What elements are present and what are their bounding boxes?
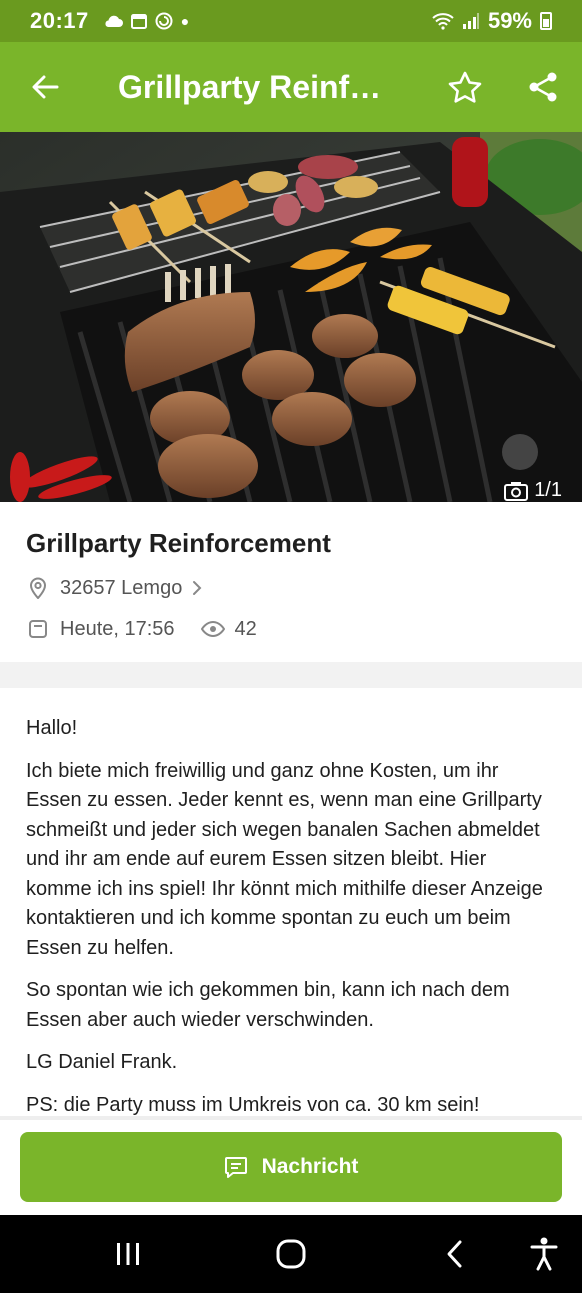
wifi-icon [432,13,454,30]
status-notification-icons: ● [103,12,189,30]
calendar-status-icon [130,14,147,29]
posted-date: Heute, 17:56 [60,617,175,640]
grill-photo-illustration [0,132,582,502]
recents-icon [117,1243,139,1265]
signal-icon [462,13,479,29]
dot-icon: ● [180,13,190,29]
home-icon [276,1239,306,1269]
message-button[interactable]: Nachricht [20,1132,562,1202]
view-count: 42 [234,617,257,640]
nav-back-icon [447,1240,462,1268]
favorite-button[interactable] [426,42,504,132]
spiral-app-icon [155,12,173,30]
star-outline-icon [448,71,482,103]
message-icon [224,1156,248,1178]
arrow-left-icon [32,75,59,99]
description-greeting: Hallo! [26,717,78,739]
meta-row: Heute, 17:56 42 [26,617,556,641]
status-time: 20:17 [30,8,89,33]
battery-icon [540,12,552,30]
accessibility-icon [530,1237,558,1271]
listing-photo[interactable]: 1/1 [0,132,582,502]
eye-icon [200,617,225,641]
accessibility-button[interactable] [504,1215,582,1293]
listing-title: Grillparty Reinforcement [26,528,331,558]
description-paragraph: So spontan wie ich gekommen bin, kann ic… [26,979,510,1031]
nav-back-button[interactable] [414,1215,494,1293]
status-bar: 20:17 ● 59% [0,0,582,42]
location-text: 32657 Lemgo [60,576,183,599]
photo-counter: 1/1 [504,479,562,502]
listing-info: Grillparty Reinforcement 32657 Lemgo Heu… [0,502,582,662]
status-right: 59% [432,8,552,34]
description-body: Ich biete mich freiwillig und ganz ohne … [26,759,543,959]
section-divider [0,662,582,688]
listing-description: Hallo! Ich biete mich freiwillig und gan… [0,688,582,1133]
recents-button[interactable] [88,1215,168,1293]
share-button[interactable] [504,42,582,132]
share-icon [529,72,557,102]
cloud-icon [105,15,123,27]
battery-percent: 59% [487,8,532,33]
system-nav-bar [0,1215,582,1293]
app-bar: Grillparty Reinforc... [0,42,582,132]
description-signature: LG Daniel Frank. [26,1051,178,1073]
app-bar-title: Grillparty Reinforc... [118,68,426,105]
location-pin-icon [26,576,50,600]
back-button[interactable] [0,42,90,132]
calendar-icon [26,617,50,641]
camera-icon [504,481,529,501]
message-button-label: Nachricht [261,1155,359,1178]
chevron-right-icon [192,580,202,596]
photo-counter-text: 1/1 [534,479,562,501]
location-row[interactable]: 32657 Lemgo [26,576,556,600]
home-button[interactable] [251,1215,331,1293]
